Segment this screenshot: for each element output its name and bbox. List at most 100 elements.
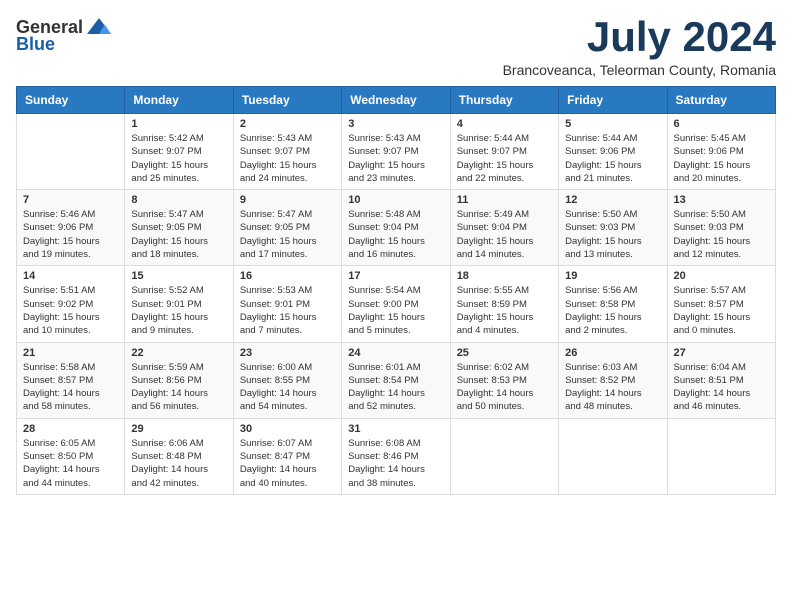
day-info: Sunrise: 5:53 AMSunset: 9:01 PMDaylight:… — [240, 284, 335, 337]
calendar-cell: 27 Sunrise: 6:04 AMSunset: 8:51 PMDayligh… — [667, 342, 775, 418]
day-info: Sunrise: 5:44 AMSunset: 9:06 PMDaylight:… — [565, 132, 660, 185]
weekday-header: Thursday — [450, 87, 558, 114]
calendar-cell: 26 Sunrise: 6:03 AMSunset: 8:52 PMDayligh… — [559, 342, 667, 418]
calendar-cell: 9 Sunrise: 5:47 AMSunset: 9:05 PMDaylight… — [233, 190, 341, 266]
day-number: 19 — [565, 270, 660, 282]
calendar-header-row: SundayMondayTuesdayWednesdayThursdayFrid… — [17, 87, 776, 114]
calendar-table: SundayMondayTuesdayWednesdayThursdayFrid… — [16, 86, 776, 495]
weekday-header: Monday — [125, 87, 233, 114]
day-number: 27 — [674, 347, 769, 359]
logo-blue-text: Blue — [16, 34, 55, 55]
day-info: Sunrise: 6:05 AMSunset: 8:50 PMDaylight:… — [23, 437, 118, 490]
calendar-cell: 19Sunrise: 5:56 AMSunset: 8:58 PMDayligh… — [559, 266, 667, 342]
calendar-cell: 24 Sunrise: 6:01 AMSunset: 8:54 PMDayligh… — [342, 342, 450, 418]
calendar-cell — [450, 418, 558, 494]
weekday-header: Saturday — [667, 87, 775, 114]
day-info: Sunrise: 5:50 AMSunset: 9:03 PMDaylight:… — [674, 208, 769, 261]
day-number: 12 — [565, 194, 660, 206]
day-info: Sunrise: 5:59 AMSunset: 8:56 PMDaylight:… — [131, 361, 226, 414]
calendar-cell: 29 Sunrise: 6:06 AMSunset: 8:48 PMDayligh… — [125, 418, 233, 494]
calendar-cell: 5Sunrise: 5:44 AMSunset: 9:06 PMDaylight… — [559, 114, 667, 190]
weekday-header: Sunday — [17, 87, 125, 114]
day-number: 1 — [131, 118, 226, 130]
day-number: 25 — [457, 347, 552, 359]
day-info: Sunrise: 5:47 AMSunset: 9:05 PMDaylight:… — [240, 208, 335, 261]
month-title: July 2024 — [503, 16, 776, 58]
day-info: Sunrise: 5:52 AMSunset: 9:01 PMDaylight:… — [131, 284, 226, 337]
calendar-cell: 21Sunrise: 5:58 AMSunset: 8:57 PMDayligh… — [17, 342, 125, 418]
calendar-cell: 25 Sunrise: 6:02 AMSunset: 8:53 PMDayligh… — [450, 342, 558, 418]
day-info: Sunrise: 6:06 AMSunset: 8:48 PMDaylight:… — [131, 437, 226, 490]
day-number: 11 — [457, 194, 552, 206]
calendar-cell: 10 Sunrise: 5:48 AMSunset: 9:04 PMDayligh… — [342, 190, 450, 266]
calendar-cell — [17, 114, 125, 190]
calendar-cell: 13Sunrise: 5:50 AMSunset: 9:03 PMDayligh… — [667, 190, 775, 266]
calendar-cell: 2 Sunrise: 5:43 AMSunset: 9:07 PMDaylight… — [233, 114, 341, 190]
day-info: Sunrise: 5:49 AMSunset: 9:04 PMDaylight:… — [457, 208, 552, 261]
calendar-cell: 15 Sunrise: 5:52 AMSunset: 9:01 PMDayligh… — [125, 266, 233, 342]
calendar-week-row: 21Sunrise: 5:58 AMSunset: 8:57 PMDayligh… — [17, 342, 776, 418]
calendar-cell: 23Sunrise: 6:00 AMSunset: 8:55 PMDayligh… — [233, 342, 341, 418]
calendar-cell: 18Sunrise: 5:55 AMSunset: 8:59 PMDayligh… — [450, 266, 558, 342]
calendar-cell: 20Sunrise: 5:57 AMSunset: 8:57 PMDayligh… — [667, 266, 775, 342]
day-number: 17 — [348, 270, 443, 282]
day-number: 22 — [131, 347, 226, 359]
calendar-cell: 12 Sunrise: 5:50 AMSunset: 9:03 PMDayligh… — [559, 190, 667, 266]
day-info: Sunrise: 5:57 AMSunset: 8:57 PMDaylight:… — [674, 284, 769, 337]
calendar-cell: 30Sunrise: 6:07 AMSunset: 8:47 PMDayligh… — [233, 418, 341, 494]
day-info: Sunrise: 5:43 AMSunset: 9:07 PMDaylight:… — [348, 132, 443, 185]
calendar-week-row: 7 Sunrise: 5:46 AMSunset: 9:06 PMDaylight… — [17, 190, 776, 266]
day-number: 23 — [240, 347, 335, 359]
day-number: 18 — [457, 270, 552, 282]
day-number: 16 — [240, 270, 335, 282]
calendar-cell: 7 Sunrise: 5:46 AMSunset: 9:06 PMDaylight… — [17, 190, 125, 266]
day-number: 2 — [240, 118, 335, 130]
calendar-week-row: 1 Sunrise: 5:42 AMSunset: 9:07 PMDaylight… — [17, 114, 776, 190]
day-number: 4 — [457, 118, 552, 130]
day-number: 24 — [348, 347, 443, 359]
day-number: 21 — [23, 347, 118, 359]
page-header: General Blue July 2024 Brancoveanca, Tel… — [16, 16, 776, 78]
weekday-header: Tuesday — [233, 87, 341, 114]
day-number: 15 — [131, 270, 226, 282]
day-number: 3 — [348, 118, 443, 130]
day-number: 14 — [23, 270, 118, 282]
day-number: 29 — [131, 423, 226, 435]
day-info: Sunrise: 5:46 AMSunset: 9:06 PMDaylight:… — [23, 208, 118, 261]
day-number: 7 — [23, 194, 118, 206]
day-info: Sunrise: 5:48 AMSunset: 9:04 PMDaylight:… — [348, 208, 443, 261]
calendar-cell: 17 Sunrise: 5:54 AMSunset: 9:00 PMDayligh… — [342, 266, 450, 342]
calendar-cell: 3 Sunrise: 5:43 AMSunset: 9:07 PMDaylight… — [342, 114, 450, 190]
day-number: 8 — [131, 194, 226, 206]
calendar-cell: 1 Sunrise: 5:42 AMSunset: 9:07 PMDaylight… — [125, 114, 233, 190]
logo-icon — [85, 16, 113, 38]
day-info: Sunrise: 5:43 AMSunset: 9:07 PMDaylight:… — [240, 132, 335, 185]
day-info: Sunrise: 6:02 AMSunset: 8:53 PMDaylight:… — [457, 361, 552, 414]
day-info: Sunrise: 5:42 AMSunset: 9:07 PMDaylight:… — [131, 132, 226, 185]
calendar-week-row: 14Sunrise: 5:51 AMSunset: 9:02 PMDayligh… — [17, 266, 776, 342]
day-number: 31 — [348, 423, 443, 435]
calendar-cell: 14Sunrise: 5:51 AMSunset: 9:02 PMDayligh… — [17, 266, 125, 342]
day-info: Sunrise: 5:47 AMSunset: 9:05 PMDaylight:… — [131, 208, 226, 261]
weekday-header: Wednesday — [342, 87, 450, 114]
day-info: Sunrise: 6:03 AMSunset: 8:52 PMDaylight:… — [565, 361, 660, 414]
day-info: Sunrise: 6:01 AMSunset: 8:54 PMDaylight:… — [348, 361, 443, 414]
day-number: 6 — [674, 118, 769, 130]
calendar-cell: 28 Sunrise: 6:05 AMSunset: 8:50 PMDayligh… — [17, 418, 125, 494]
day-info: Sunrise: 5:45 AMSunset: 9:06 PMDaylight:… — [674, 132, 769, 185]
day-info: Sunrise: 5:50 AMSunset: 9:03 PMDaylight:… — [565, 208, 660, 261]
calendar-cell: 22 Sunrise: 5:59 AMSunset: 8:56 PMDayligh… — [125, 342, 233, 418]
logo: General Blue — [16, 16, 113, 55]
day-info: Sunrise: 6:08 AMSunset: 8:46 PMDaylight:… — [348, 437, 443, 490]
day-info: Sunrise: 6:07 AMSunset: 8:47 PMDaylight:… — [240, 437, 335, 490]
day-info: Sunrise: 5:54 AMSunset: 9:00 PMDaylight:… — [348, 284, 443, 337]
calendar-cell: 16 Sunrise: 5:53 AMSunset: 9:01 PMDayligh… — [233, 266, 341, 342]
day-number: 10 — [348, 194, 443, 206]
day-number: 28 — [23, 423, 118, 435]
day-info: Sunrise: 6:04 AMSunset: 8:51 PMDaylight:… — [674, 361, 769, 414]
calendar-cell: 11 Sunrise: 5:49 AMSunset: 9:04 PMDayligh… — [450, 190, 558, 266]
calendar-cell — [667, 418, 775, 494]
day-number: 9 — [240, 194, 335, 206]
title-block: July 2024 Brancoveanca, Teleorman County… — [503, 16, 776, 78]
day-number: 26 — [565, 347, 660, 359]
